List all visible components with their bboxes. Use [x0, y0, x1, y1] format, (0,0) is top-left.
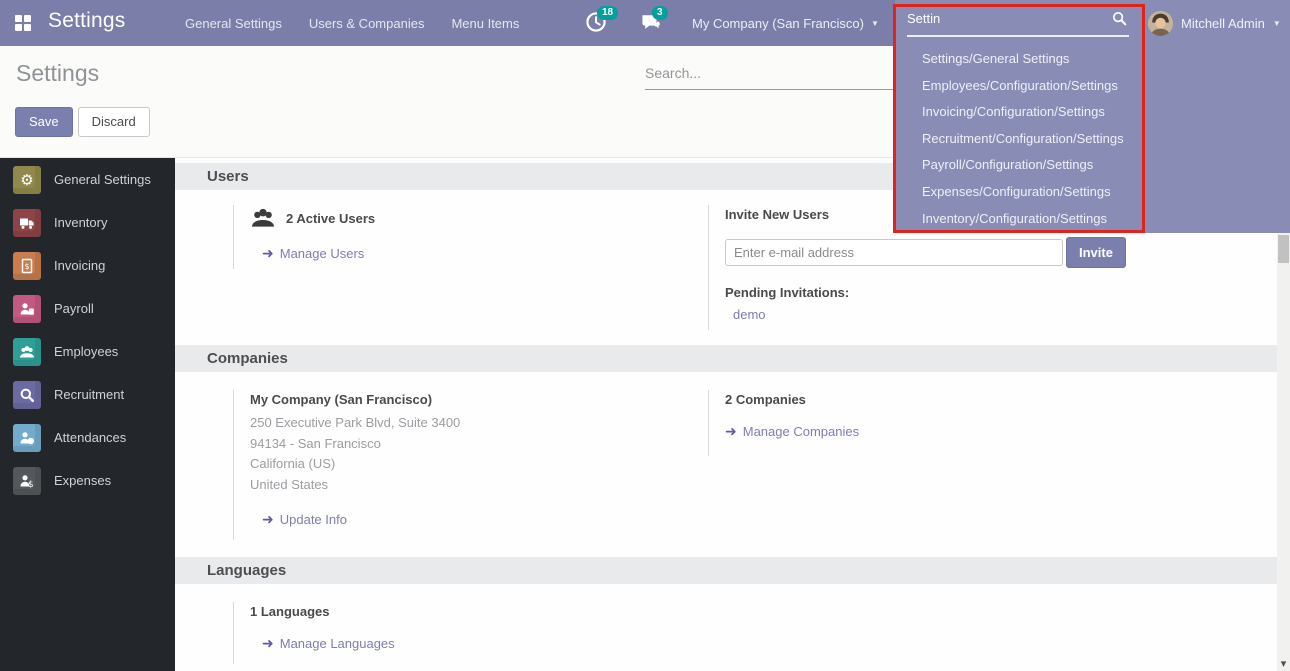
- page-title: Settings: [16, 60, 99, 87]
- search-suggestion-list: Settings/General Settings Employees/Conf…: [895, 46, 1145, 232]
- search-suggestion[interactable]: Expenses/Configuration/Settings: [895, 179, 1145, 206]
- menu-search: [905, 6, 1145, 36]
- company-address-line: 250 Executive Park Blvd, Suite 3400: [250, 413, 683, 434]
- update-info-link[interactable]: ➜ Update Info: [250, 511, 683, 528]
- navbar-menus: General Settings Users & Companies Menu …: [185, 0, 519, 46]
- company-info-block: My Company (San Francisco) 250 Executive…: [233, 390, 683, 540]
- sidebar-item-expenses[interactable]: $ Expenses: [0, 459, 175, 502]
- avatar: [1148, 11, 1173, 36]
- companies-count-block: 2 Companies ➜ Manage Companies: [708, 390, 1128, 456]
- active-users-block: 2 Active Users ➜ Manage Users: [233, 205, 653, 269]
- search-suggestion[interactable]: Payroll/Configuration/Settings: [895, 152, 1145, 179]
- languages-count: 1 Languages: [250, 604, 653, 619]
- company-address-line: 94134 - San Francisco: [250, 434, 683, 455]
- search-suggestion[interactable]: Inventory/Configuration/Settings: [895, 206, 1145, 233]
- save-button[interactable]: Save: [15, 107, 73, 137]
- search-suggestion[interactable]: Recruitment/Configuration/Settings: [895, 126, 1145, 153]
- svg-text:$: $: [24, 262, 29, 271]
- chevron-down-icon: ▼: [871, 19, 879, 28]
- section-header-languages: Languages: [175, 557, 1277, 584]
- attendance-person-clock-icon: [13, 424, 41, 452]
- delivery-truck-icon: [13, 209, 41, 237]
- activity-count-badge: 18: [597, 6, 618, 20]
- manage-companies-link[interactable]: ➜ Manage Companies: [725, 423, 1128, 440]
- invoice-document-icon: $: [13, 252, 41, 280]
- search-underline: [907, 35, 1129, 37]
- pending-user-link[interactable]: demo: [725, 307, 1268, 322]
- search-suggestion[interactable]: Invoicing/Configuration/Settings: [895, 99, 1145, 126]
- sidebar-item-employees[interactable]: Employees: [0, 330, 175, 373]
- company-switcher[interactable]: My Company (San Francisco) ▼: [692, 0, 879, 46]
- invite-button[interactable]: Invite: [1066, 237, 1126, 268]
- company-switcher-label: My Company (San Francisco): [692, 16, 864, 31]
- sidebar-item-attendances[interactable]: Attendances: [0, 416, 175, 459]
- company-name: My Company (San Francisco): [250, 392, 683, 407]
- discard-button[interactable]: Discard: [78, 107, 150, 137]
- languages-block: 1 Languages ➜ Manage Languages: [233, 602, 653, 664]
- apps-menu-icon[interactable]: [15, 15, 31, 31]
- menu-users-companies[interactable]: Users & Companies: [309, 16, 425, 31]
- menu-menu-items[interactable]: Menu Items: [451, 16, 519, 31]
- svg-text:$: $: [28, 480, 33, 489]
- sidebar-item-payroll[interactable]: Payroll: [0, 287, 175, 330]
- gear-icon: ⚙: [13, 166, 41, 194]
- app-brand-title[interactable]: Settings: [48, 9, 125, 33]
- languages-section: 1 Languages ➜ Manage Languages: [175, 584, 1277, 671]
- people-group-icon: [13, 338, 41, 366]
- manage-languages-link[interactable]: ➜ Manage Languages: [250, 635, 653, 652]
- settings-search: [645, 61, 893, 90]
- companies-section: My Company (San Francisco) 250 Executive…: [175, 372, 1277, 557]
- menu-general-settings[interactable]: General Settings: [185, 16, 282, 31]
- messages-icon[interactable]: 3: [640, 11, 664, 35]
- search-suggestion[interactable]: Employees/Configuration/Settings: [895, 73, 1145, 100]
- invite-email-input[interactable]: [725, 239, 1063, 266]
- user-menu-label: Mitchell Admin: [1181, 16, 1265, 31]
- chevron-down-icon: ▼: [1273, 19, 1281, 28]
- settings-search-input[interactable]: [645, 61, 893, 90]
- search-icon[interactable]: [1112, 11, 1127, 29]
- arrow-right-icon: ➜: [262, 511, 274, 528]
- vertical-scrollbar[interactable]: ▾: [1277, 158, 1290, 671]
- menu-search-input[interactable]: [905, 6, 1115, 29]
- settings-sidebar: ⚙ General Settings Inventory $ Invoicing…: [0, 158, 175, 671]
- odoo-settings-screen: Settings General Settings Users & Compan…: [0, 0, 1290, 671]
- scrollbar-thumb[interactable]: [1278, 235, 1289, 263]
- sidebar-item-invoicing[interactable]: $ Invoicing: [0, 244, 175, 287]
- sidebar-item-recruitment[interactable]: Recruitment: [0, 373, 175, 416]
- arrow-right-icon: ➜: [262, 635, 274, 652]
- users-icon: [250, 207, 276, 229]
- payroll-person-icon: [13, 295, 41, 323]
- active-users-count: 2 Active Users: [286, 211, 375, 226]
- user-menu[interactable]: Mitchell Admin ▼: [1148, 0, 1281, 46]
- pending-invitations-label: Pending Invitations:: [725, 285, 1268, 300]
- sidebar-item-inventory[interactable]: Inventory: [0, 201, 175, 244]
- scroll-down-arrow-icon[interactable]: ▾: [1277, 657, 1290, 670]
- company-address-line: United States: [250, 475, 683, 496]
- magnifier-icon: [13, 381, 41, 409]
- expense-person-dollar-icon: $: [13, 467, 41, 495]
- settings-content: Users 2 Active Users ➜ Manage Users Invi…: [175, 158, 1277, 671]
- companies-count: 2 Companies: [725, 392, 1128, 407]
- activities-clock-icon[interactable]: 18: [585, 11, 609, 35]
- arrow-right-icon: ➜: [725, 423, 737, 440]
- manage-users-link[interactable]: ➜ Manage Users: [250, 245, 653, 262]
- arrow-right-icon: ➜: [262, 245, 274, 262]
- section-header-companies: Companies: [175, 345, 1277, 372]
- search-suggestion[interactable]: Settings/General Settings: [895, 46, 1145, 73]
- message-count-badge: 3: [652, 6, 668, 20]
- sidebar-item-general-settings[interactable]: ⚙ General Settings: [0, 158, 175, 201]
- company-address-line: California (US): [250, 454, 683, 475]
